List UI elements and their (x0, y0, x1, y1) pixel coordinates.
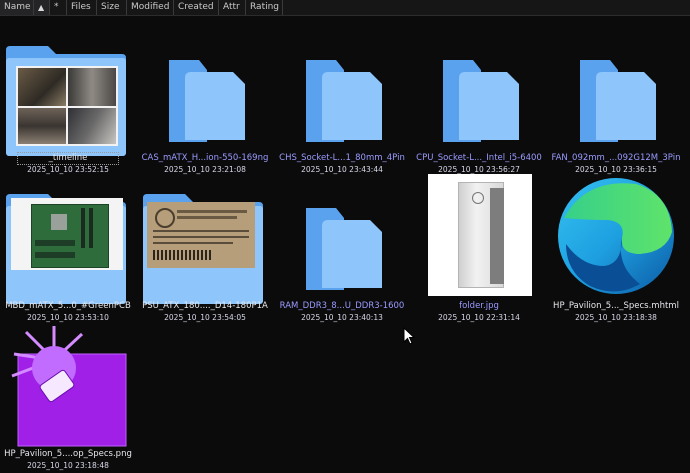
item-name: HP_Pavilion_5....op_Specs.png (4, 449, 132, 459)
motherboard-photo (11, 198, 123, 270)
item-name: MBD_mATX_5...0_#GreenPCB (5, 301, 131, 311)
column-header-rating[interactable]: Rating (246, 0, 283, 15)
folder-icon (306, 60, 382, 142)
grid-item-psu-folder[interactable]: PSU_ATX_180...._D14-180P1A 2025_10_10 23… (137, 172, 273, 322)
column-header-files[interactable]: Files (67, 0, 97, 15)
column-header-bar: Name ▲ * Files Size Modified Created Att… (0, 0, 690, 16)
item-date: 2025_10_10 22:31:14 (438, 313, 520, 322)
item-name: RAM_DDR3_8...U_DDR3-1600 (279, 301, 405, 311)
pc-tower-image (428, 174, 532, 296)
item-name: CHS_Socket-L...1_80mm_4Pin (279, 153, 405, 163)
item-date: 2025_10_10 23:40:13 (301, 313, 383, 322)
item-name: FAN_092mm_...092G12M_3Pin (551, 153, 681, 163)
image-editor-file-icon (11, 326, 127, 447)
grid-item-folder-jpg[interactable]: folder.jpg 2025_10_10 22:31:14 (411, 172, 547, 322)
folder-icon (443, 60, 519, 142)
grid-item-cpu-folder[interactable]: CPU_Socket-L..._Intel_i5-6400 2025_10_10… (411, 24, 547, 174)
mouse-cursor-icon (403, 327, 415, 345)
folder-icon (169, 60, 245, 142)
column-header-name[interactable]: Name (0, 0, 34, 15)
edge-browser-icon (558, 178, 674, 294)
grid-item-specs-mhtml[interactable]: HP_Pavilion_5..._Specs.mhtml 2025_10_10 … (548, 172, 684, 322)
grid-item-mbd-folder[interactable]: MBD_mATX_5...0_#GreenPCB 2025_10_10 23:5… (0, 172, 136, 322)
item-date: 2025_10_10 23:18:48 (27, 461, 109, 470)
psu-label-photo (147, 202, 255, 268)
grid-item-fan-folder[interactable]: FAN_092mm_...092G12M_3Pin 2025_10_10 23:… (548, 24, 684, 174)
column-header-created[interactable]: Created (174, 0, 219, 15)
grid-item-timeline[interactable]: _timeline 2025_10_10 23:52:15 (0, 24, 136, 174)
item-name: CAS_mATX_H...ion-550-169ng (141, 153, 269, 163)
item-date: 2025_10_10 23:54:05 (164, 313, 246, 322)
timeline-photo-collage (16, 66, 118, 146)
item-name: folder.jpg (459, 301, 499, 311)
grid-item-ram-folder[interactable]: RAM_DDR3_8...U_DDR3-1600 2025_10_10 23:4… (274, 172, 410, 322)
grid-item-specs-png[interactable]: HP_Pavilion_5....op_Specs.png 2025_10_10… (0, 320, 136, 470)
sort-up-arrow-icon[interactable]: ▲ (34, 0, 50, 15)
folder-icon (580, 60, 656, 142)
grid-item-chs-folder[interactable]: CHS_Socket-L...1_80mm_4Pin 2025_10_10 23… (274, 24, 410, 174)
column-header-size[interactable]: Size (97, 0, 127, 15)
grid-item-cas-folder[interactable]: CAS_mATX_H...ion-550-169ng 2025_10_10 23… (137, 24, 273, 174)
item-name: HP_Pavilion_5..._Specs.mhtml (553, 301, 679, 311)
column-header-star[interactable]: * (50, 0, 67, 15)
column-header-attr[interactable]: Attr (219, 0, 246, 15)
item-name: CPU_Socket-L..._Intel_i5-6400 (416, 153, 542, 163)
item-name: _timeline (17, 152, 119, 165)
column-header-filler (283, 0, 690, 15)
folder-icon (306, 208, 382, 290)
item-name: PSU_ATX_180...._D14-180P1A (142, 301, 268, 311)
item-date: 2025_10_10 23:18:38 (575, 313, 657, 322)
column-header-modified[interactable]: Modified (127, 0, 174, 15)
